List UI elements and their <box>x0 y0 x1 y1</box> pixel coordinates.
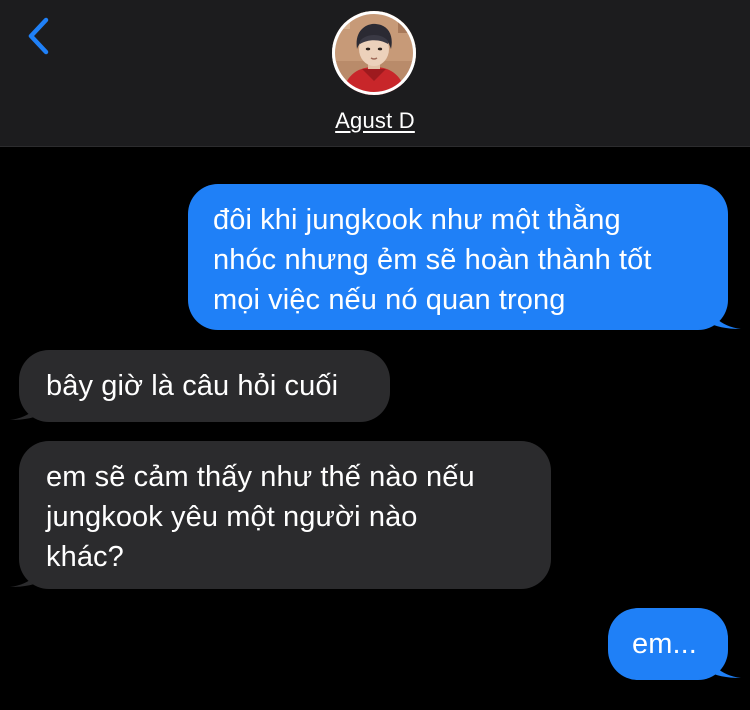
message-text-line: em... <box>632 628 697 660</box>
back-button[interactable] <box>22 14 62 58</box>
message-bubble-outgoing[interactable]: đôi khi jungkook như một thằng nhóc nhưn… <box>188 184 728 330</box>
contact-name[interactable]: Agust D <box>0 108 750 134</box>
conversation-header: Agust D <box>0 0 750 147</box>
message-text-line: nhóc nhưng ẻm sẽ hoàn thành tốt <box>213 244 652 276</box>
message-text-line: mọi việc nếu nó quan trọng <box>213 284 566 316</box>
message-thread: đôi khi jungkook như một thằng nhóc nhưn… <box>0 147 750 710</box>
chevron-left-icon <box>28 17 49 55</box>
avatar-photo <box>332 11 416 95</box>
message-text-line: bây giờ là câu hỏi cuối <box>46 370 339 402</box>
message-bubble-incoming[interactable]: em sẽ cảm thấy như thế nào nếu jungkook … <box>19 441 551 589</box>
message-bubble-outgoing[interactable]: em... <box>608 608 728 680</box>
message-text-line: khác? <box>46 541 124 573</box>
message-text-line: em sẽ cảm thấy như thế nào nếu <box>46 461 475 493</box>
message-text-line: đôi khi jungkook như một thằng <box>213 204 621 236</box>
message-bubble-incoming[interactable]: bây giờ là câu hỏi cuối <box>19 350 390 422</box>
contact-avatar[interactable] <box>332 11 416 95</box>
message-text-line: jungkook yêu một người nào <box>46 501 418 533</box>
